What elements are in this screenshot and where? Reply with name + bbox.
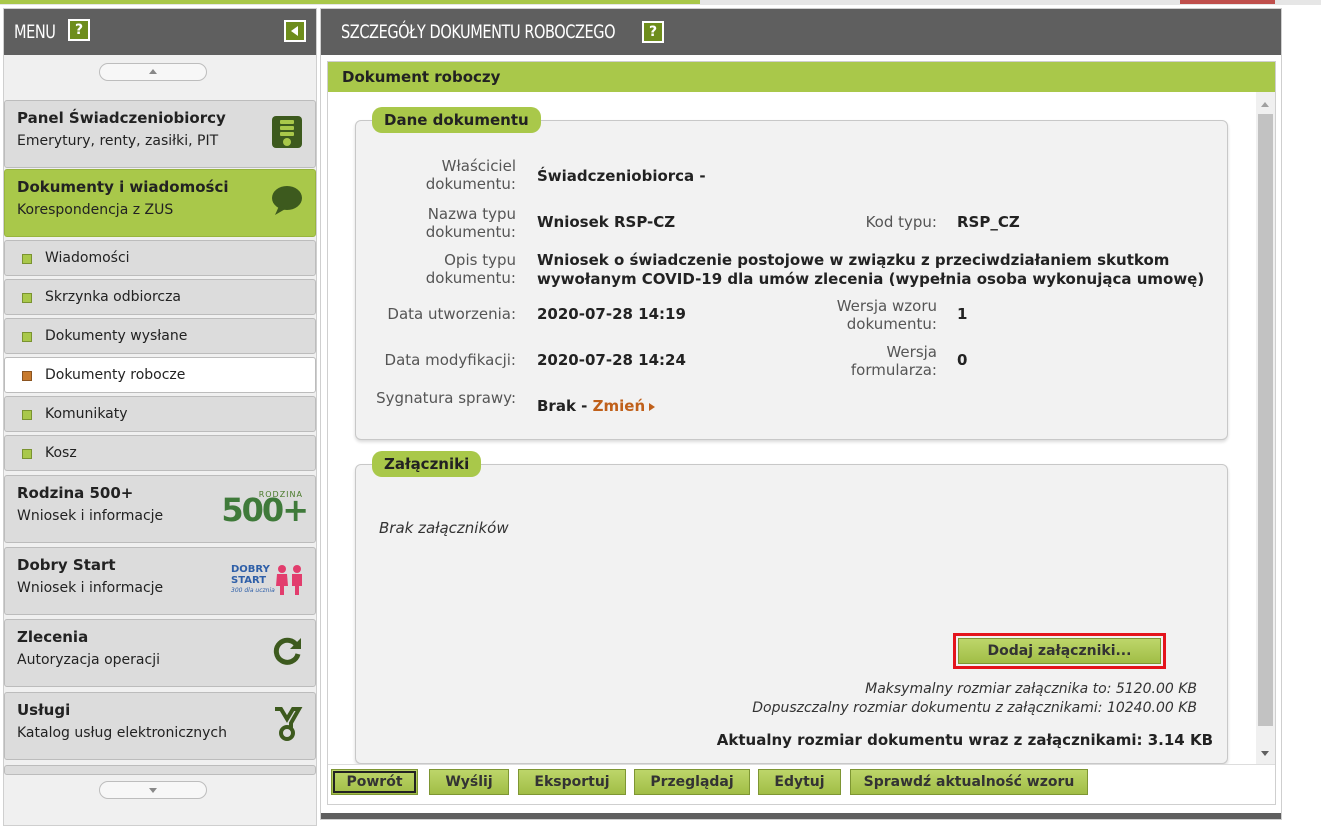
modified-label: Data modyfikacji: (384, 351, 516, 369)
sidebar-item-rodzina-500[interactable]: Rodzina 500+ Wniosek i informacje RODZIN… (4, 475, 316, 543)
type-desc-label: Opis typu dokumentu: (425, 251, 516, 287)
document-details-fieldset: Dane dokumentu Właściciel dokumentu: Świ… (355, 107, 1228, 440)
browser-top-strip (0, 0, 1321, 5)
created-value: 2020-07-28 14:19 (537, 305, 686, 323)
bullet-icon (22, 293, 32, 303)
menu-scroll-up-button[interactable] (99, 63, 207, 81)
sidebar-subitem-komunikaty[interactable]: Komunikaty (4, 396, 316, 432)
scroll-down-arrow-icon[interactable] (1261, 751, 1269, 756)
type-name-label: Nazwa typu dokumentu: (425, 205, 516, 241)
subitem-label: Wiadomości (45, 250, 130, 266)
logo-big-text: 500+ (221, 491, 309, 529)
help-icon[interactable]: ? (68, 19, 90, 41)
type-desc-value-line-2: wywołanym COVID-19 dla umów zlecenia (wy… (537, 270, 1205, 288)
add-attachments-highlight: Dodaj załączniki... (953, 633, 1166, 669)
sidebar-item-panel-swiadczeniobiorcy[interactable]: Panel Świadczeniobiorcy Emerytury, renty… (4, 100, 316, 168)
bullet-icon (22, 332, 32, 342)
subitem-label: Dokumenty wysłane (45, 328, 188, 344)
sidebar-subitem-dokumenty-wyslane[interactable]: Dokumenty wysłane (4, 318, 316, 354)
export-button[interactable]: Eksportuj (518, 769, 626, 795)
rodzina-500-logo: RODZINA 500+ (221, 490, 309, 530)
sidebar-menu: MENU ? Panel Świadczeniobiorcy Emerytury… (3, 8, 317, 826)
preview-button[interactable]: Przeglądaj (634, 769, 750, 795)
scroll-up-arrow-icon[interactable] (1261, 102, 1269, 107)
document-panel: Dokument roboczy Dane dokumentu Właścici… (327, 61, 1276, 805)
help-icon[interactable]: ? (642, 21, 664, 43)
form-version-value: 0 (957, 351, 968, 369)
add-attachments-button[interactable]: Dodaj załączniki... (958, 638, 1161, 664)
signature-label: Sygnatura sprawy: (376, 389, 516, 407)
fieldset-legend: Dane dokumentu (372, 107, 541, 133)
subitem-label: Skrzynka odbiorcza (45, 289, 182, 305)
id-card-icon (272, 116, 302, 148)
back-button[interactable]: Powrót (331, 769, 418, 795)
template-version-value: 1 (957, 305, 968, 323)
allowed-document-size-text: Dopuszczalny rozmiar dokumentu z załączn… (752, 700, 1197, 716)
document-panel-title: Dokument roboczy (328, 62, 1275, 92)
main-header: SZCZEGÓŁY DOKUMENTU ROBOCZEGO ? (321, 9, 1281, 55)
sidebar-item-uslugi[interactable]: Usługi Katalog usług elektronicznych (4, 692, 316, 760)
sidebar-item-zlecenia[interactable]: Zlecenia Autoryzacja operacji (4, 619, 316, 687)
bullet-icon (22, 410, 32, 420)
subitem-label: Komunikaty (45, 406, 128, 422)
edit-button[interactable]: Edytuj (758, 769, 841, 795)
document-scroll-area: Dane dokumentu Właściciel dokumentu: Świ… (328, 92, 1256, 764)
bullet-icon (22, 371, 32, 381)
bullet-icon (22, 449, 32, 459)
owner-label: Właściciel dokumentu: (425, 157, 516, 193)
page-title: SZCZEGÓŁY DOKUMENTU ROBOCZEGO (341, 21, 616, 43)
check-template-button[interactable]: Sprawdź aktualność wzoru (850, 769, 1088, 795)
modified-value: 2020-07-28 14:24 (537, 351, 686, 369)
change-signature-link[interactable]: Zmień (593, 397, 656, 415)
bullet-icon (22, 254, 32, 264)
subitem-label: Kosz (45, 445, 77, 461)
services-icon (275, 707, 303, 741)
max-attachment-size-text: Maksymalny rozmiar załącznika to: 5120.0… (865, 681, 1197, 697)
type-code-value: RSP_CZ (957, 213, 1020, 231)
menu-header: MENU ? (4, 9, 316, 55)
menu-scroll-down-button[interactable] (99, 781, 207, 799)
page: MENU ? Panel Świadczeniobiorcy Emerytury… (0, 0, 1321, 827)
template-version-label: Wersja wzoru dokumentu: (836, 297, 937, 333)
owner-value: Świadczeniobiorca - (537, 167, 706, 185)
subitem-label: Dokumenty robocze (45, 367, 186, 383)
fieldset-legend: Załączniki (372, 451, 482, 477)
type-desc-value-line-1: Wniosek o świadczenie postojowe w związk… (537, 251, 1170, 269)
scroll-thumb[interactable] (1258, 114, 1273, 726)
refresh-icon (273, 637, 301, 665)
sidebar-subitem-dokumenty-robocze[interactable]: Dokumenty robocze (4, 357, 316, 393)
sidebar-subitem-wiadomosci[interactable]: Wiadomości (4, 240, 316, 276)
document-scrollbar[interactable] (1256, 92, 1275, 764)
no-attachments-text: Brak załączników (379, 519, 509, 537)
children-icon (276, 565, 302, 595)
menu-title: MENU (14, 21, 56, 43)
send-button[interactable]: Wyślij (429, 769, 509, 795)
logo-text-line-1: DOBRY (231, 564, 270, 575)
action-toolbar: Powrót Wyślij Eksportuj Przeglądaj Edytu… (328, 764, 1275, 804)
sidebar-item-partial (4, 765, 316, 775)
signature-text: Brak - (537, 397, 588, 415)
sidebar-subitem-kosz[interactable]: Kosz (4, 435, 316, 471)
sidebar-item-dobry-start[interactable]: Dobry Start Wniosek i informacje DOBRY S… (4, 547, 316, 615)
form-version-label: Wersja formularza: (850, 343, 937, 379)
main-bottom-bar (321, 813, 1281, 819)
logo-text-line-3: 300 dla ucznia (231, 587, 275, 594)
current-document-size-text: Aktualny rozmiar dokumentu wraz z załącz… (716, 731, 1213, 749)
attachments-fieldset: Załączniki Brak załączników Dodaj załącz… (355, 451, 1228, 764)
main-panel: SZCZEGÓŁY DOKUMENTU ROBOCZEGO ? Dokument… (320, 8, 1282, 820)
sidebar-item-dokumenty-i-wiadomosci[interactable]: Dokumenty i wiadomości Korespondencja z … (4, 169, 316, 237)
signature-value: Brak - Zmień (537, 397, 655, 415)
type-name-value: Wniosek RSP-CZ (537, 213, 676, 231)
sidebar-subitem-skrzynka-odbiorcza[interactable]: Skrzynka odbiorcza (4, 279, 316, 315)
created-label: Data utworzenia: (387, 305, 516, 323)
logo-text-line-2: START (231, 575, 267, 586)
type-code-label: Kod typu: (865, 213, 937, 231)
collapse-menu-button[interactable] (284, 20, 306, 42)
speech-bubble-icon (272, 186, 302, 215)
dobry-start-logo: DOBRY START 300 dla ucznia (231, 564, 307, 600)
